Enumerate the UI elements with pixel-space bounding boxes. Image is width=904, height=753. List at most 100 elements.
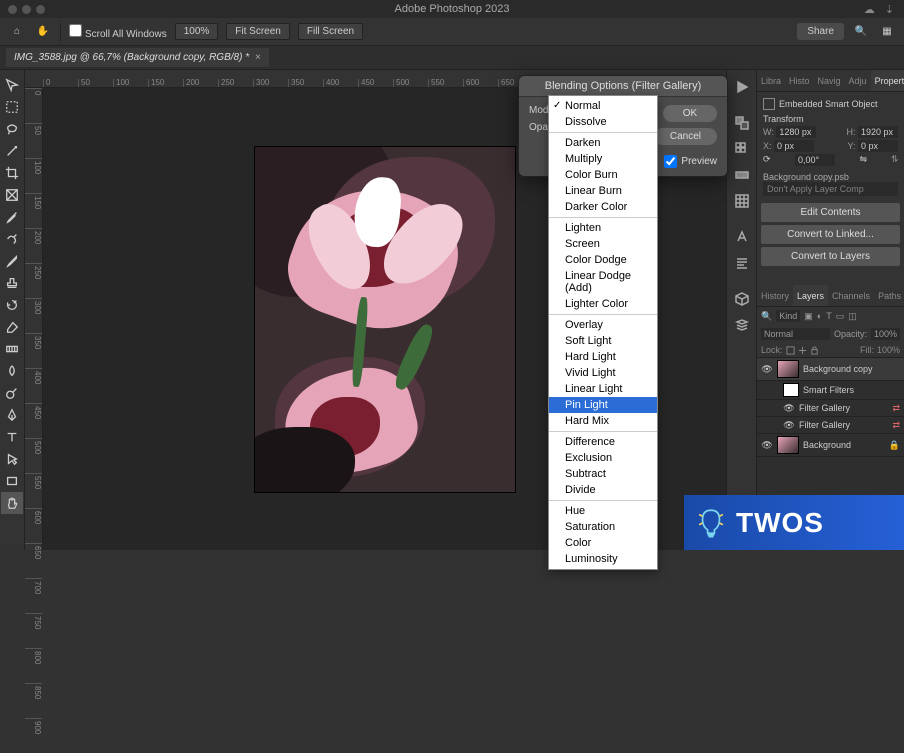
- tab-libraries[interactable]: Libra: [757, 70, 785, 91]
- layer-thumb[interactable]: [777, 436, 799, 454]
- layer-name[interactable]: Filter Gallery: [799, 403, 850, 413]
- menu-item[interactable]: Multiply: [549, 151, 657, 167]
- layer-row[interactable]: 👁 Background 🔒: [757, 434, 904, 457]
- tab-properties[interactable]: Properties: [871, 70, 904, 91]
- cloud-icon[interactable]: ☁︎: [864, 3, 875, 16]
- menu-item[interactable]: Normal: [549, 98, 657, 114]
- menu-item[interactable]: Difference: [549, 434, 657, 450]
- pen-tool-icon[interactable]: [1, 404, 23, 426]
- lock-pixels-icon[interactable]: [786, 346, 795, 355]
- close-icon[interactable]: ×: [255, 52, 261, 63]
- menu-item[interactable]: Linear Light: [549, 381, 657, 397]
- menu-item[interactable]: Exclusion: [549, 450, 657, 466]
- dodge-tool-icon[interactable]: [1, 382, 23, 404]
- layer-row[interactable]: 👁 Filter Gallery ⇄: [757, 417, 904, 434]
- hand-tool-icon-2[interactable]: [1, 492, 23, 514]
- wand-tool-icon[interactable]: [1, 140, 23, 162]
- filter-shape-icon[interactable]: ▭: [836, 311, 845, 322]
- visibility-toggle[interactable]: 👁: [761, 439, 773, 451]
- eraser-tool-icon[interactable]: [1, 316, 23, 338]
- tab-history[interactable]: History: [757, 285, 793, 306]
- filter-settings-icon[interactable]: ⇄: [892, 420, 900, 431]
- fill-screen-button[interactable]: Fill Screen: [298, 23, 363, 40]
- zoom-percent-button[interactable]: 100%: [175, 23, 219, 40]
- menu-item[interactable]: Subtract: [549, 466, 657, 482]
- brush-tool-icon[interactable]: [1, 250, 23, 272]
- x-field[interactable]: 0 px: [774, 140, 814, 152]
- visibility-toggle[interactable]: 👁: [783, 419, 795, 431]
- layer-row[interactable]: 👁 Background copy: [757, 358, 904, 381]
- kind-search-icon[interactable]: 🔍: [761, 311, 772, 322]
- flip-h-icon[interactable]: ⇋: [859, 154, 867, 166]
- menu-item[interactable]: Saturation: [549, 519, 657, 535]
- layer-name[interactable]: Background: [803, 440, 851, 450]
- layer-row[interactable]: 👁 Filter Gallery ⇄: [757, 400, 904, 417]
- opacity-field[interactable]: 100%: [871, 328, 900, 340]
- filter-settings-icon[interactable]: ⇄: [892, 403, 900, 414]
- blend-mode-dropdown[interactable]: NormalDissolveDarkenMultiplyColor BurnLi…: [548, 95, 658, 570]
- filter-adj-icon[interactable]: ◐: [817, 311, 822, 321]
- type-tool-icon[interactable]: [1, 426, 23, 448]
- ok-button[interactable]: OK: [663, 105, 717, 122]
- tab-navigator[interactable]: Navig: [814, 70, 845, 91]
- filter-image-icon[interactable]: ▣: [804, 311, 813, 322]
- filter-smart-icon[interactable]: ◫: [848, 311, 857, 322]
- down-icon[interactable]: ⇣: [885, 3, 894, 16]
- gradient-tool-icon[interactable]: [1, 338, 23, 360]
- convert-linked-button[interactable]: Convert to Linked...: [761, 225, 900, 244]
- path-select-icon[interactable]: [1, 448, 23, 470]
- tab-paths[interactable]: Paths: [874, 285, 904, 306]
- filter-type-icon[interactable]: T: [826, 311, 832, 321]
- stamp-tool-icon[interactable]: [1, 272, 23, 294]
- menu-item[interactable]: Color Burn: [549, 167, 657, 183]
- window-close-dot[interactable]: [8, 5, 17, 14]
- flip-v-icon[interactable]: ⥮: [891, 154, 898, 166]
- menu-item[interactable]: Darker Color: [549, 199, 657, 215]
- tab-channels[interactable]: Channels: [828, 285, 874, 306]
- layer-thumb[interactable]: [783, 383, 799, 397]
- tab-layers[interactable]: Layers: [793, 285, 828, 306]
- search-icon[interactable]: 🔍: [852, 23, 870, 41]
- fill-field[interactable]: 100%: [877, 345, 900, 355]
- lasso-tool-icon[interactable]: [1, 118, 23, 140]
- menu-item[interactable]: Darken: [549, 135, 657, 151]
- lock-position-icon[interactable]: [798, 346, 807, 355]
- scroll-all-checkbox[interactable]: Scroll All Windows: [69, 24, 167, 40]
- crop-tool-icon[interactable]: [1, 162, 23, 184]
- menu-item[interactable]: Linear Burn: [549, 183, 657, 199]
- paragraph-panel-icon[interactable]: [729, 250, 755, 276]
- menu-item[interactable]: Hard Mix: [549, 413, 657, 429]
- workspace-switcher-icon[interactable]: ▦: [878, 23, 896, 41]
- visibility-toggle[interactable]: 👁: [783, 402, 795, 414]
- menu-item[interactable]: Overlay: [549, 317, 657, 333]
- history-brush-icon[interactable]: [1, 294, 23, 316]
- menu-item[interactable]: Screen: [549, 236, 657, 252]
- visibility-toggle[interactable]: 👁: [761, 363, 773, 375]
- convert-layers-button[interactable]: Convert to Layers: [761, 247, 900, 266]
- blur-tool-icon[interactable]: [1, 360, 23, 382]
- menu-item[interactable]: Pin Light: [549, 397, 657, 413]
- share-button[interactable]: Share: [797, 23, 844, 40]
- lock-all-icon[interactable]: [810, 346, 819, 355]
- frame-tool-icon[interactable]: [1, 184, 23, 206]
- document-tab[interactable]: IMG_3588.jpg @ 66,7% (Background copy, R…: [6, 48, 269, 67]
- swatches-panel-icon[interactable]: [729, 136, 755, 162]
- cancel-button[interactable]: Cancel: [654, 128, 717, 145]
- healing-tool-icon[interactable]: [1, 228, 23, 250]
- layer-name[interactable]: Smart Filters: [803, 385, 854, 395]
- menu-item[interactable]: Luminosity: [549, 551, 657, 567]
- angle-field[interactable]: 0,00°: [795, 154, 835, 166]
- menu-item[interactable]: Soft Light: [549, 333, 657, 349]
- marquee-tool-icon[interactable]: [1, 96, 23, 118]
- patterns-panel-icon[interactable]: [729, 188, 755, 214]
- hand-tool-icon[interactable]: ✋: [34, 23, 52, 41]
- character-panel-icon[interactable]: [729, 224, 755, 250]
- menu-item[interactable]: Hue: [549, 503, 657, 519]
- gradients-panel-icon[interactable]: [729, 162, 755, 188]
- blend-mode-select[interactable]: Normal: [761, 328, 830, 340]
- home-icon[interactable]: ⌂: [8, 23, 26, 41]
- width-field[interactable]: 1280 px: [776, 126, 816, 138]
- preview-checkbox[interactable]: Preview: [664, 155, 717, 168]
- menu-item[interactable]: Hard Light: [549, 349, 657, 365]
- color-panel-icon[interactable]: [729, 110, 755, 136]
